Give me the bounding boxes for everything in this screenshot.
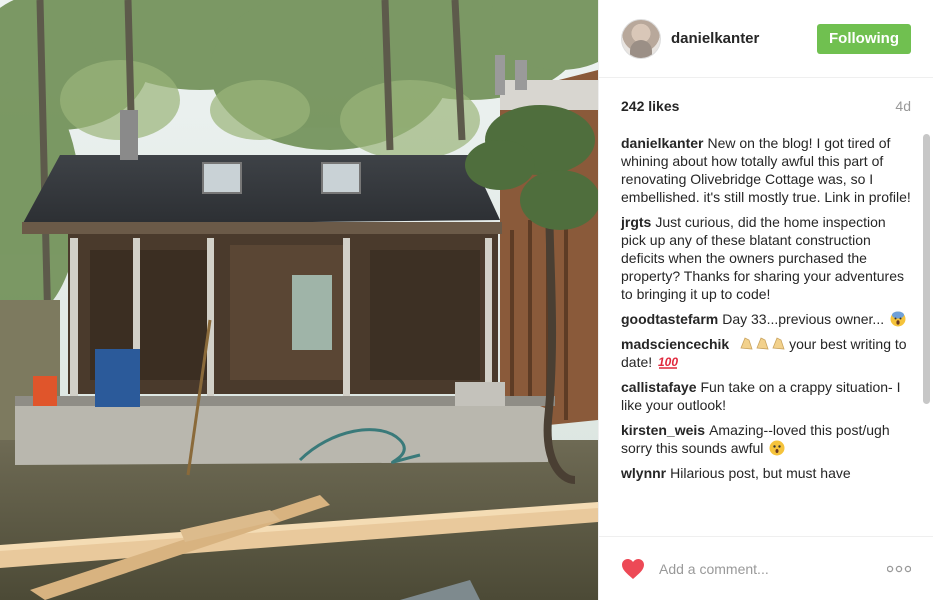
more-dots-icon (886, 565, 912, 572)
following-button[interactable]: Following (817, 23, 911, 54)
astonished-face-emoji-icon (769, 440, 785, 456)
comment-text: Just curious, did the home inspection pi… (621, 214, 905, 302)
post-header: danielkanter Following (599, 0, 933, 78)
instagram-post: danielkanter Following 242 likes 4d dani… (0, 0, 933, 600)
caption: danielkanter New on the blog! I got tired… (621, 134, 911, 206)
post-photo[interactable] (0, 0, 598, 600)
comment: callistafaye Fun take on a crappy situati… (621, 378, 911, 414)
comment-author[interactable]: callistafaye (621, 379, 697, 395)
avatar[interactable] (621, 18, 661, 59)
username-link[interactable]: danielkanter (671, 30, 817, 47)
comment-author[interactable]: madsciencechik (621, 336, 729, 352)
clapping-hands-emoji-icon (740, 337, 785, 350)
comment-author[interactable]: jrgts (621, 214, 651, 230)
comment-author[interactable]: danielkanter (621, 135, 703, 151)
comment-footer (599, 536, 933, 600)
comment-text: Hilarious post, but must have (670, 465, 851, 481)
add-comment-input[interactable] (657, 559, 885, 578)
comments-scrollbar[interactable] (923, 134, 930, 404)
post-age[interactable]: 4d (895, 98, 911, 114)
like-button[interactable] (621, 557, 645, 581)
hundred-points-emoji-icon: 100 (658, 355, 678, 369)
cottage-photo-illustration (0, 0, 598, 600)
comment: wlynnr Hilarious post, but must have (621, 464, 911, 482)
comment: goodtastefarm Day 33...previous owner... (621, 310, 911, 328)
comments-list[interactable]: danielkanter New on the blog! I got tired… (599, 134, 933, 532)
comment: jrgts Just curious, did the home inspecti… (621, 213, 911, 303)
post-side-panel: danielkanter Following 242 likes 4d dani… (598, 0, 933, 600)
more-options-button[interactable] (885, 560, 912, 578)
comment-author[interactable]: wlynnr (621, 465, 666, 481)
comment-author[interactable]: goodtastefarm (621, 311, 718, 327)
heart-icon (622, 558, 644, 579)
screaming-face-emoji-icon (890, 311, 906, 327)
post-stats: 242 likes 4d (599, 78, 933, 134)
comment: kirsten_weis Amazing--loved this post/ugh… (621, 421, 911, 457)
comment-author[interactable]: kirsten_weis (621, 422, 705, 438)
comment-text: Day 33...previous owner... (722, 311, 885, 327)
svg-text:100: 100 (658, 355, 678, 369)
likes-count[interactable]: 242 likes (621, 98, 679, 114)
comment: madsciencechik your best writing to date… (621, 335, 911, 371)
